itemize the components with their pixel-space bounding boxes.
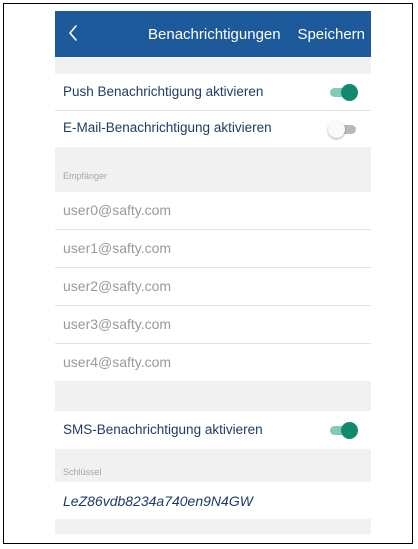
- email-notification-label: E-Mail-Benachrichtigung aktivieren: [63, 120, 272, 135]
- sms-notification-label: SMS-Benachrichtigung aktivieren: [63, 422, 263, 437]
- push-notification-row: Push Benachrichtigung aktivieren: [55, 74, 371, 110]
- chevron-left-icon: [69, 25, 77, 41]
- push-notification-label: Push Benachrichtigung aktivieren: [63, 84, 264, 99]
- recipient-item[interactable]: user1@safty.com: [55, 230, 371, 267]
- email-notification-toggle[interactable]: [328, 121, 356, 138]
- recipient-item[interactable]: user3@safty.com: [55, 306, 371, 343]
- page-title: Benachrichtigungen: [148, 26, 281, 43]
- recipient-email: user1@safty.com: [63, 240, 172, 256]
- recipient-item[interactable]: user2@safty.com: [55, 268, 371, 305]
- recipient-email: user2@safty.com: [63, 278, 172, 294]
- recipient-email: user4@safty.com: [63, 354, 172, 370]
- email-notification-row: E-Mail-Benachrichtigung aktivieren: [55, 111, 371, 147]
- recipient-email: user3@safty.com: [63, 316, 172, 332]
- sms-notification-toggle[interactable]: [330, 422, 358, 439]
- phone-screen: Benachrichtigungen Speichern Push Benach…: [55, 11, 371, 534]
- recipient-item[interactable]: user4@safty.com: [55, 344, 371, 381]
- save-button[interactable]: Speichern: [297, 26, 365, 43]
- key-section-label: Schlüssel: [63, 467, 102, 477]
- push-notification-toggle[interactable]: [330, 84, 358, 101]
- recipient-item[interactable]: user0@safty.com: [55, 192, 371, 229]
- recipient-email: user0@safty.com: [63, 202, 172, 218]
- sms-notification-row: SMS-Benachrichtigung aktivieren: [55, 411, 371, 449]
- key-value: LeZ86vdb8234a740en9N4GW: [63, 493, 253, 509]
- screenshot-frame: Benachrichtigungen Speichern Push Benach…: [3, 3, 413, 544]
- back-button[interactable]: [63, 19, 83, 47]
- recipients-section-label: Empfänger: [63, 171, 108, 181]
- key-row: LeZ86vdb8234a740en9N4GW: [55, 482, 371, 519]
- navigation-bar: Benachrichtigungen Speichern: [55, 11, 371, 57]
